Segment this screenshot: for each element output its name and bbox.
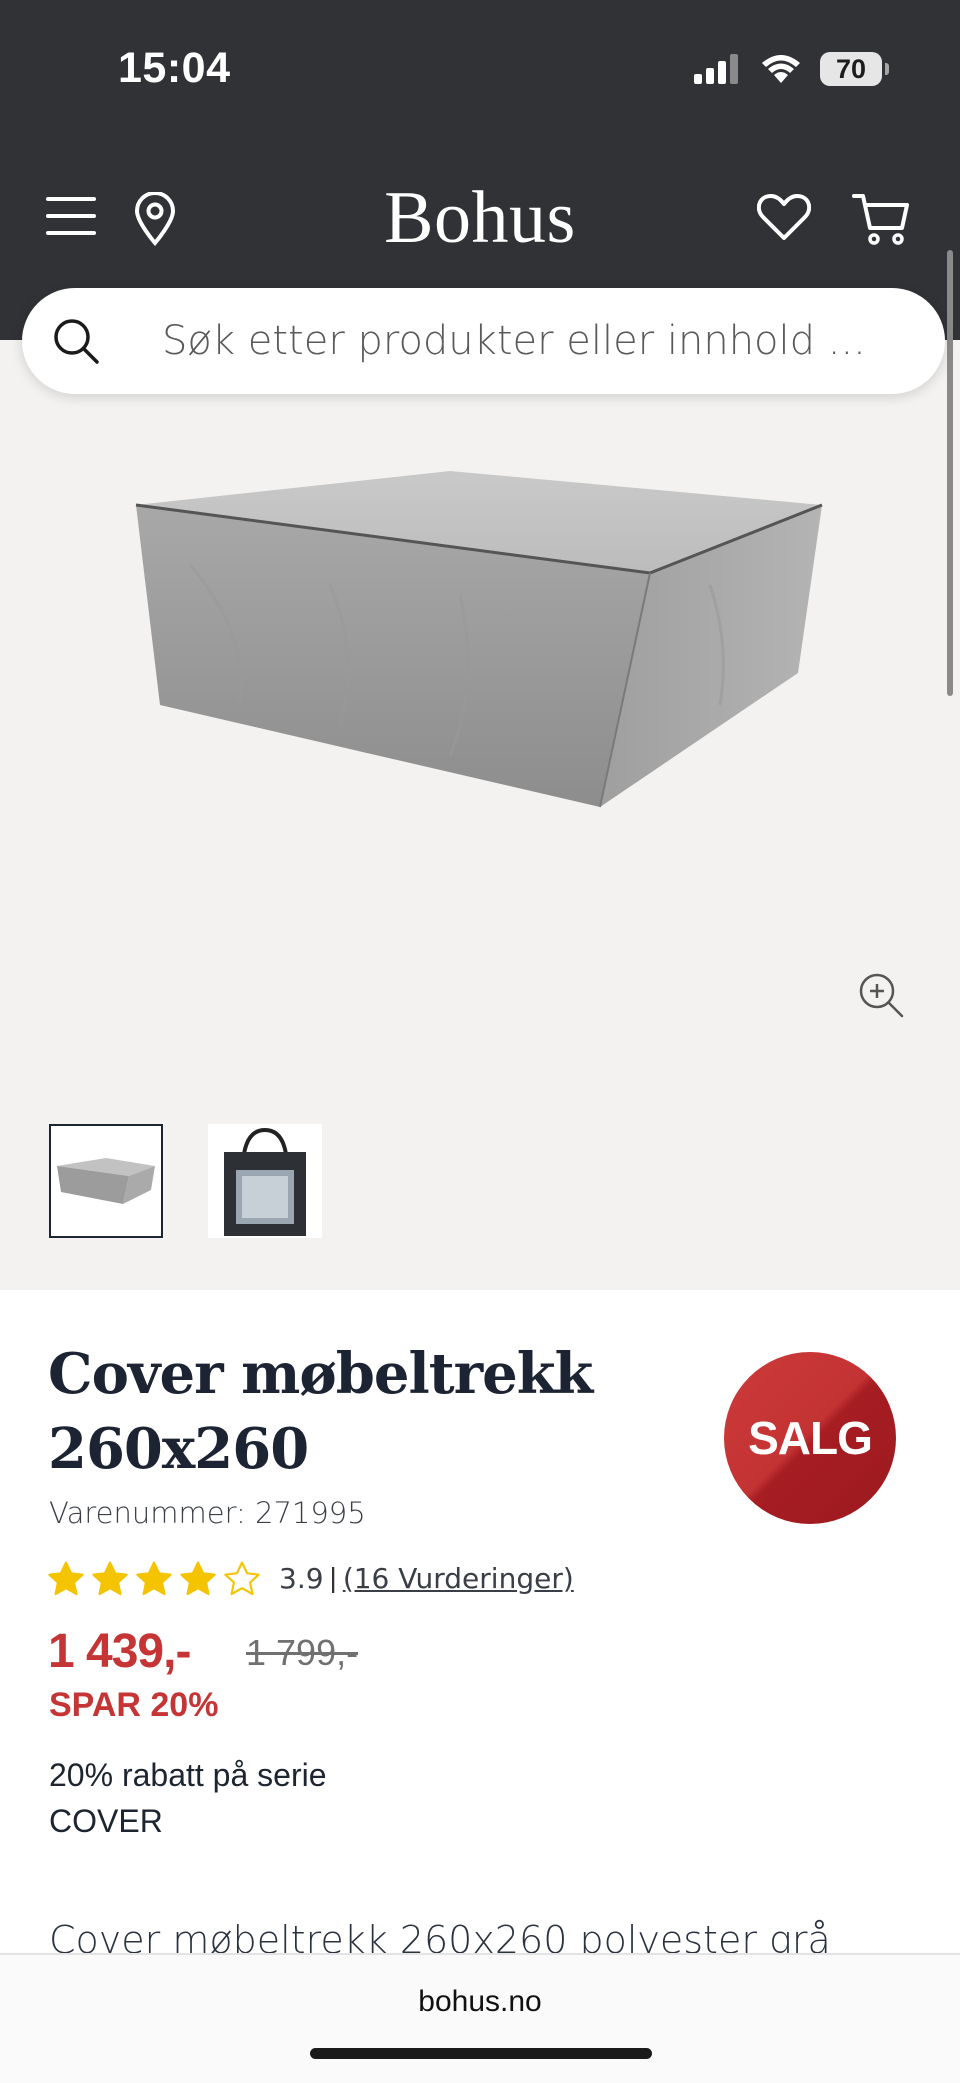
sale-price: 1 439,-	[48, 1625, 191, 1678]
original-price: 1 799,-	[246, 1632, 359, 1673]
product-rating: 3.9 | (16 Vurderinger)	[47, 1560, 574, 1596]
product-image[interactable]	[130, 455, 830, 815]
status-indicators: 70	[694, 52, 889, 86]
rating-separator: |	[329, 1562, 337, 1593]
reviews-link[interactable]: (16 Vurderinger)	[343, 1562, 574, 1595]
browser-url[interactable]: bohus.no	[0, 1985, 960, 2019]
rating-score: 3.9	[279, 1561, 324, 1595]
sale-badge: SALG	[724, 1352, 896, 1524]
product-sku: Varenummer: 271995	[49, 1496, 366, 1530]
battery-level: 70	[835, 53, 867, 84]
search-icon	[54, 319, 99, 364]
zoom-in-icon[interactable]	[858, 972, 904, 1018]
thumbnail-bag-image	[224, 1127, 306, 1236]
thumbnail-cover-image	[57, 1158, 155, 1204]
star-filled-icon	[92, 1561, 128, 1596]
home-indicator[interactable]	[310, 2048, 652, 2059]
battery-icon: 70	[820, 52, 889, 86]
thumbnail-cover[interactable]	[49, 1124, 163, 1238]
wifi-icon	[762, 55, 800, 83]
cart-icon[interactable]	[852, 192, 910, 246]
star-filled-icon	[136, 1561, 172, 1596]
page-scrollbar[interactable]	[947, 250, 953, 696]
product-title: Cover møbeltrekk 260x260	[48, 1341, 593, 1482]
rating-stars	[47, 1560, 261, 1596]
star-filled-icon	[180, 1561, 216, 1596]
thumbnail-bag[interactable]	[208, 1124, 322, 1238]
brand-logo[interactable]: Bohus	[0, 176, 960, 261]
savings-label: SPAR 20%	[49, 1686, 219, 1724]
promo-text: 20% rabatt på serie COVER	[49, 1757, 327, 1839]
sale-badge-label: SALG	[748, 1412, 873, 1464]
cellular-signal-icon	[694, 54, 738, 84]
status-time: 15:04	[118, 44, 231, 92]
search-bar[interactable]	[22, 288, 945, 394]
search-input[interactable]	[160, 317, 884, 365]
star-empty-icon	[224, 1561, 260, 1596]
wishlist-heart-icon[interactable]	[757, 193, 811, 241]
star-filled-icon	[48, 1561, 84, 1596]
